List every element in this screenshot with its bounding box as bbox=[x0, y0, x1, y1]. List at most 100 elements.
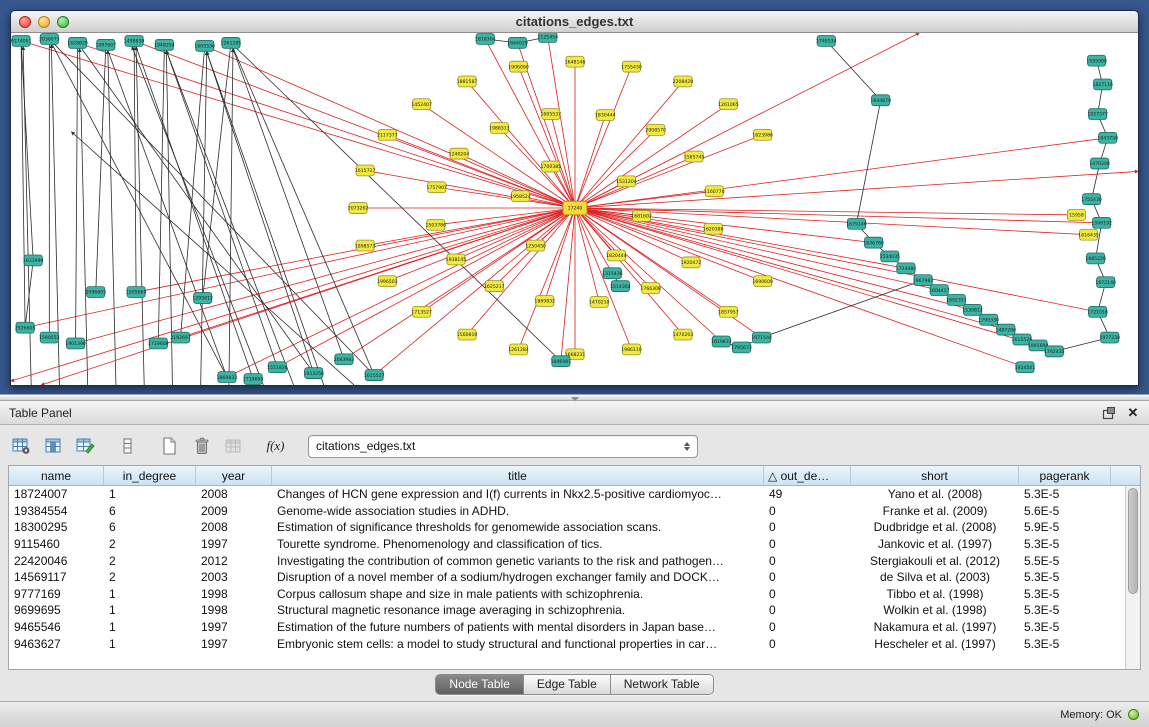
function-builder-button[interactable]: f(x) bbox=[262, 434, 289, 459]
graph-node[interactable]: 1097607 bbox=[96, 39, 117, 50]
graph-node[interactable]: 1898573 bbox=[355, 240, 376, 251]
column-header-6[interactable]: pagerank bbox=[1019, 466, 1111, 485]
graph-node[interactable]: 1261285 bbox=[221, 37, 242, 48]
panel-splitter[interactable] bbox=[0, 394, 1149, 401]
graph-node[interactable]: 1846981 bbox=[551, 356, 572, 367]
graph-node[interactable]: 1885228 bbox=[1085, 253, 1106, 264]
graph-node[interactable]: 1261284 bbox=[508, 344, 529, 355]
graph-node[interactable]: 1792435 bbox=[1044, 346, 1065, 357]
close-window-button[interactable] bbox=[19, 16, 31, 28]
column-header-1[interactable]: in_degree bbox=[104, 466, 196, 485]
graph-node[interactable]: 1616435 bbox=[1078, 229, 1099, 240]
graph-node[interactable]: 2208420 bbox=[673, 76, 694, 87]
graph-node[interactable]: 1757907 bbox=[426, 182, 447, 193]
graph-node[interactable]: 1766308 bbox=[640, 283, 661, 294]
edit-table-button[interactable] bbox=[72, 434, 99, 459]
graph-node[interactable]: 1615527 bbox=[364, 370, 385, 381]
graph-node[interactable]: 1628829 bbox=[67, 37, 88, 48]
graph-node[interactable]: 1927377 bbox=[1087, 109, 1108, 120]
graph-node[interactable]: 1605536 bbox=[194, 40, 215, 51]
graph-node[interactable]: 1719695 bbox=[243, 374, 264, 385]
minimize-window-button[interactable] bbox=[38, 16, 50, 28]
graph-node[interactable]: 1672140 bbox=[1095, 277, 1116, 288]
graph-node[interactable]: 1755430 bbox=[621, 61, 642, 72]
table-row[interactable]: 946554611997Estimation of the future num… bbox=[9, 619, 1140, 636]
graph-node[interactable]: 1948254 bbox=[154, 39, 175, 50]
graph-node[interactable]: 17240 bbox=[563, 201, 587, 215]
table-row[interactable]: 946362711997Embryonic stem cells: a mode… bbox=[9, 635, 1140, 652]
table-row[interactable]: 1872400712008Changes of HCN gene express… bbox=[9, 486, 1140, 503]
graph-node[interactable]: 1551836 bbox=[267, 362, 288, 373]
table-row[interactable]: 969969511998Structural magnetic resonanc… bbox=[9, 602, 1140, 619]
graph-node[interactable]: 1605537 bbox=[540, 109, 561, 120]
tab-edge-table[interactable]: Edge Table bbox=[524, 675, 611, 694]
graph-node[interactable]: 1967982 bbox=[913, 275, 934, 286]
graph-node[interactable]: 1901390 bbox=[65, 338, 86, 349]
graph-node[interactable]: 1620386 bbox=[703, 223, 724, 234]
table-row[interactable]: 977716911998Corpus callosum shape and si… bbox=[9, 586, 1140, 603]
graph-node[interactable]: 1125454 bbox=[537, 33, 558, 42]
graph-node[interactable]: 1505660 bbox=[126, 287, 147, 298]
graph-node[interactable]: 1530812 bbox=[962, 304, 983, 315]
tab-node-table[interactable]: Node Table bbox=[436, 675, 524, 694]
graph-node[interactable]: 2096605 bbox=[85, 287, 106, 298]
graph-node[interactable]: 1881587 bbox=[457, 76, 478, 87]
graph-node[interactable]: 1933256 bbox=[303, 368, 324, 379]
graph-node[interactable]: 1830444 bbox=[595, 110, 616, 121]
graph-node[interactable]: 1250450 bbox=[525, 240, 546, 251]
graph-node[interactable]: 1719608 bbox=[148, 338, 169, 349]
graph-node[interactable]: 1795673 bbox=[731, 342, 752, 353]
graph-node[interactable]: 1857957 bbox=[718, 306, 739, 317]
graph-node[interactable]: 1869833 bbox=[217, 372, 238, 383]
column-header-3[interactable]: title bbox=[272, 466, 764, 485]
graph-node[interactable]: 1585745 bbox=[684, 151, 705, 162]
graph-node[interactable]: 1836760 bbox=[863, 237, 884, 248]
graph-node[interactable]: 1679146 bbox=[846, 218, 867, 229]
graph-node[interactable]: 2043983 bbox=[334, 354, 355, 365]
row-height-button[interactable] bbox=[114, 434, 141, 459]
graph-node[interactable]: 1938145 bbox=[446, 254, 467, 265]
graph-node[interactable]: 1470208 bbox=[1089, 158, 1110, 169]
graph-node[interactable]: 2008570 bbox=[645, 124, 666, 135]
graph-node[interactable]: 2192697 bbox=[170, 332, 191, 343]
graph-node[interactable]: 1971544 bbox=[751, 332, 772, 343]
graph-node[interactable]: 1820444 bbox=[606, 250, 627, 261]
graph-node[interactable]: 9174051 bbox=[11, 35, 31, 46]
graph-node[interactable]: 1721016 bbox=[1087, 306, 1108, 317]
graph-node[interactable]: 1534035 bbox=[879, 251, 900, 262]
graph-node[interactable]: 1986110 bbox=[621, 344, 642, 355]
table-selector-combobox[interactable]: citations_edges.txt bbox=[308, 435, 698, 458]
graph-node[interactable]: 1295812 bbox=[192, 293, 213, 304]
graph-node[interactable]: 1595000 bbox=[1086, 55, 1107, 66]
graph-node[interactable]: 1590553 bbox=[39, 332, 60, 343]
graph-node[interactable]: 1664029 bbox=[507, 37, 528, 48]
graph-node[interactable]: 1681602 bbox=[631, 210, 652, 221]
graph-node[interactable]: 1470210 bbox=[589, 297, 610, 308]
graph-node[interactable]: 1625217 bbox=[484, 281, 505, 292]
new-table-button[interactable] bbox=[156, 434, 183, 459]
graph-node[interactable]: 1498830 bbox=[124, 35, 145, 46]
table-row[interactable]: 1938455462009Genome-wide association stu… bbox=[9, 503, 1140, 520]
column-header-4[interactable]: △ out_de… bbox=[764, 466, 851, 485]
column-header-2[interactable]: year bbox=[196, 466, 272, 485]
graph-node[interactable]: 1734484 bbox=[896, 263, 917, 274]
graph-node[interactable]: 1643758 bbox=[1097, 132, 1118, 143]
graph-node[interactable]: 1531204 bbox=[616, 176, 637, 187]
graph-node[interactable]: 1596192 bbox=[1091, 217, 1112, 228]
graph-node[interactable]: 1827116 bbox=[1092, 79, 1113, 90]
graph-node[interactable]: 1690609 bbox=[752, 276, 773, 287]
float-panel-button[interactable] bbox=[1102, 406, 1116, 420]
graph-node[interactable]: 2117377 bbox=[377, 129, 398, 140]
select-columns-button[interactable] bbox=[40, 434, 67, 459]
graph-node[interactable]: 1160770 bbox=[704, 186, 725, 197]
tab-network-table[interactable]: Network Table bbox=[611, 675, 713, 694]
graph-node[interactable]: 1790330 bbox=[978, 314, 999, 325]
graph-node[interactable]: 1958524 bbox=[510, 191, 531, 202]
graph-node[interactable]: 1818304 bbox=[475, 33, 496, 44]
table-row[interactable]: 1830029562008Estimation of significance … bbox=[9, 519, 1140, 536]
graph-node[interactable]: 1924501 bbox=[1015, 362, 1036, 373]
column-header-5[interactable]: short bbox=[851, 466, 1019, 485]
graph-node[interactable]: 1514364 bbox=[610, 281, 631, 292]
graph-node[interactable]: 1631999 bbox=[23, 255, 44, 266]
graph-node[interactable]: 1452407 bbox=[411, 99, 432, 110]
